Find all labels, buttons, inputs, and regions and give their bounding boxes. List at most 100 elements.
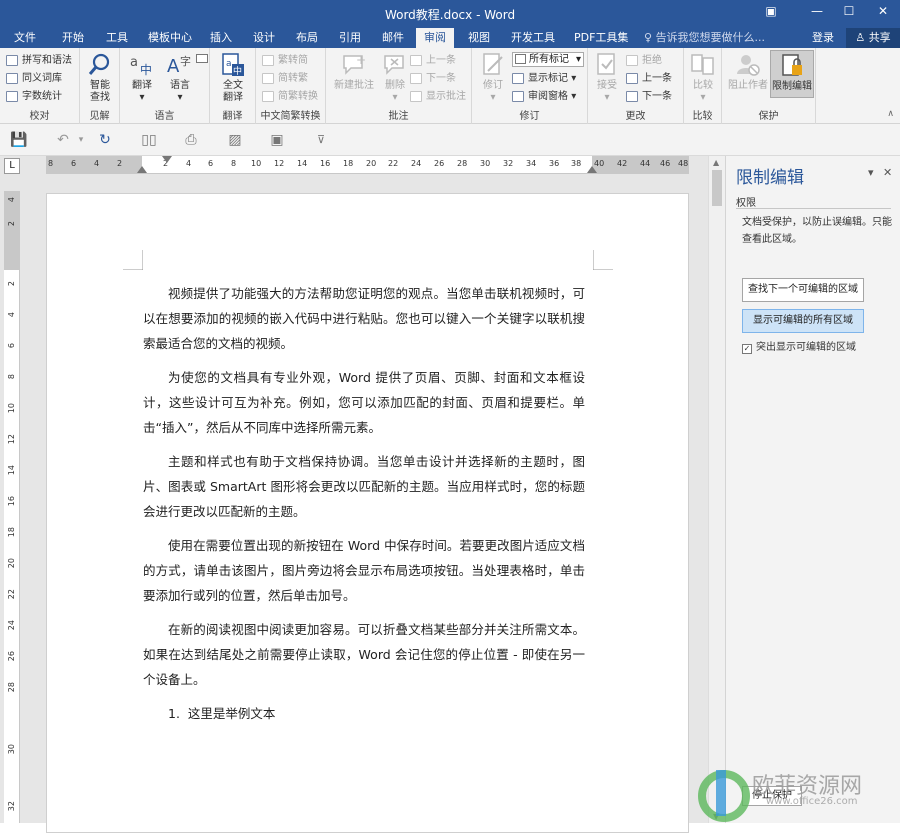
group-label-chinese: 中文简繁转换	[260, 111, 321, 122]
simplified-to-traditional-button[interactable]: 简转繁	[262, 70, 308, 87]
minimize-button[interactable]: —	[806, 4, 828, 22]
traditional-to-simplified-button[interactable]: 繁转简	[262, 52, 308, 69]
track-changes-button[interactable]: 修订 ▾	[476, 50, 510, 104]
next-comment-icon	[410, 73, 422, 84]
next-comment-button[interactable]: 下一条	[410, 70, 456, 87]
show-all-editable-regions-button[interactable]: 显示可编辑的所有区域	[742, 309, 864, 333]
find-next-editable-region-button[interactable]: 查找下一个可编辑的区域	[742, 278, 864, 302]
translate-button[interactable]: a中 翻译 ▾	[122, 50, 162, 104]
login-link[interactable]: 登录	[812, 28, 834, 48]
tab-home[interactable]: 开始	[54, 28, 92, 48]
ruler-tick: 8	[7, 374, 16, 380]
chevron-down-icon: ▾	[490, 92, 496, 103]
markup-display-select[interactable]: 所有标记 ▾	[512, 52, 584, 67]
delete-comment-label: 删除	[385, 80, 405, 91]
tab-mailings[interactable]: 邮件	[374, 28, 412, 48]
language-label: 语言	[170, 80, 190, 91]
maximize-button[interactable]: ☐	[838, 4, 860, 22]
ruler-tick: 30	[480, 159, 491, 168]
first-line-indent-marker[interactable]	[162, 156, 172, 163]
previous-comment-button[interactable]: 上一条	[410, 52, 456, 69]
tab-template-center[interactable]: 模板中心	[140, 28, 200, 48]
tab-developer[interactable]: 开发工具	[503, 28, 563, 48]
collapse-ribbon-icon[interactable]: ∧	[887, 109, 894, 119]
pane-close-icon[interactable]: ✕	[883, 166, 892, 179]
print-preview-icon[interactable]: ⎙	[182, 131, 200, 149]
show-comments-button[interactable]: 显示批注	[410, 88, 466, 105]
ruler-tick: 22	[388, 159, 399, 168]
ruler-tick: 32	[7, 801, 16, 812]
group-protect: 阻止作者 限制编辑 保护	[722, 48, 816, 124]
read-mode-icon[interactable]: ▯▯	[140, 131, 158, 149]
language-extra-icon[interactable]	[196, 54, 208, 63]
customize-toolbar-icon[interactable]: ⊽	[312, 131, 330, 149]
full-translate-label: 全文 翻译	[223, 80, 243, 103]
ruler-tick: 12	[274, 159, 285, 168]
previous-change-button[interactable]: 上一条	[626, 70, 672, 87]
top-right-crop-mark	[593, 250, 613, 270]
ribbon-display-options-icon[interactable]: ▣	[760, 4, 782, 22]
show-markup-button[interactable]: 显示标记 ▾	[512, 70, 576, 87]
tell-me-search[interactable]: ♀ 告诉我您想要做什么...	[644, 28, 765, 48]
scroll-thumb[interactable]	[712, 170, 722, 206]
scroll-up-icon[interactable]: ▲	[713, 158, 719, 167]
smart-lookup-button[interactable]: 智能 查找	[80, 50, 120, 104]
t2s-icon	[262, 55, 274, 66]
undo-dropdown-icon[interactable]: ▾	[72, 131, 90, 149]
language-button[interactable]: A字 语言 ▾	[160, 50, 200, 104]
tab-selector[interactable]: L	[4, 158, 20, 174]
delete-comment-button[interactable]: 删除 ▾	[378, 50, 412, 104]
tab-view[interactable]: 视图	[460, 28, 498, 48]
tab-insert[interactable]: 插入	[202, 28, 240, 48]
compare-button[interactable]: 比较 ▾	[684, 50, 722, 104]
horizontal-ruler[interactable]: 8 6 4 2 2 4 6 8 10 12 14 16 18 20 22 24 …	[46, 156, 689, 174]
delete-comment-icon	[384, 55, 404, 75]
left-indent-marker[interactable]	[137, 166, 147, 173]
tab-file[interactable]: 文件	[6, 28, 44, 48]
ruler-tick: 18	[7, 527, 16, 538]
spelling-grammar-button[interactable]: 拼写和语法	[6, 52, 72, 69]
reject-label: 拒绝	[642, 55, 662, 66]
thesaurus-button[interactable]: 同义词库	[6, 70, 62, 87]
restrict-editing-button[interactable]: 限制编辑	[770, 50, 814, 98]
tab-references[interactable]: 引用	[331, 28, 369, 48]
tab-layout[interactable]: 布局	[288, 28, 326, 48]
undo-icon[interactable]: ↶	[54, 131, 72, 149]
reviewing-pane-button[interactable]: 审阅窗格 ▾	[512, 88, 576, 105]
tab-design[interactable]: 设计	[245, 28, 283, 48]
screenshot-icon[interactable]: ▣	[268, 131, 286, 149]
ruler-tick: 6	[71, 159, 77, 168]
new-comment-button[interactable]: + 新建批注	[330, 50, 378, 92]
checkmark-icon: ✓	[742, 344, 752, 354]
insert-image-icon[interactable]: ▨	[226, 131, 244, 149]
pane-options-chevron-icon[interactable]: ▾	[868, 166, 874, 179]
ruler-tick: 16	[7, 496, 16, 507]
vertical-scrollbar[interactable]: ▲ ▼	[708, 156, 725, 823]
tab-review[interactable]: 审阅	[416, 28, 454, 48]
tab-pdf-tools[interactable]: PDF工具集	[566, 28, 636, 48]
reject-button[interactable]: 拒绝	[626, 52, 662, 69]
next-change-button[interactable]: 下一条	[626, 88, 672, 105]
vertical-ruler[interactable]: 4 2 2 4 6 8 10 12 14 16 18 20 22 24 26 2…	[4, 191, 20, 823]
document-body[interactable]: 视频提供了功能强大的方法帮助您证明您的观点。当您单击联机视频时，可以在想要添加的…	[143, 281, 585, 735]
ruler-top-margin	[4, 191, 20, 270]
close-button[interactable]: ✕	[872, 4, 894, 22]
title-bar: Word教程.docx - Word ▣ — ☐ ✕	[0, 0, 900, 28]
redo-icon[interactable]: ↻	[96, 131, 114, 149]
accept-button[interactable]: 接受 ▾	[590, 50, 624, 104]
full-translate-button[interactable]: a中 全文 翻译	[213, 50, 253, 104]
share-button[interactable]: ♙ 共享	[846, 28, 900, 48]
word-count-button[interactable]: 字数统计	[6, 88, 62, 105]
ruler-tick: 48	[678, 159, 689, 168]
document-page[interactable]: 视频提供了功能强大的方法帮助您证明您的观点。当您单击联机视频时，可以在想要添加的…	[46, 193, 689, 833]
ruler-tick: 2	[7, 221, 16, 227]
right-indent-marker[interactable]	[587, 166, 597, 173]
document-area: L 8 6 4 2 2 4 6 8 10 12 14 16 18 20 22 2…	[0, 156, 725, 833]
block-authors-button[interactable]: 阻止作者	[726, 50, 770, 92]
highlight-editable-regions-checkbox[interactable]: ✓ 突出显示可编辑的区域	[742, 338, 856, 354]
tab-tools[interactable]: 工具	[98, 28, 136, 48]
word-count-label: 字数统计	[22, 91, 62, 102]
translate-label: 翻译	[132, 80, 152, 91]
save-icon[interactable]: 💾	[10, 131, 28, 149]
chinese-conversion-button[interactable]: 简繁转换	[262, 88, 318, 105]
